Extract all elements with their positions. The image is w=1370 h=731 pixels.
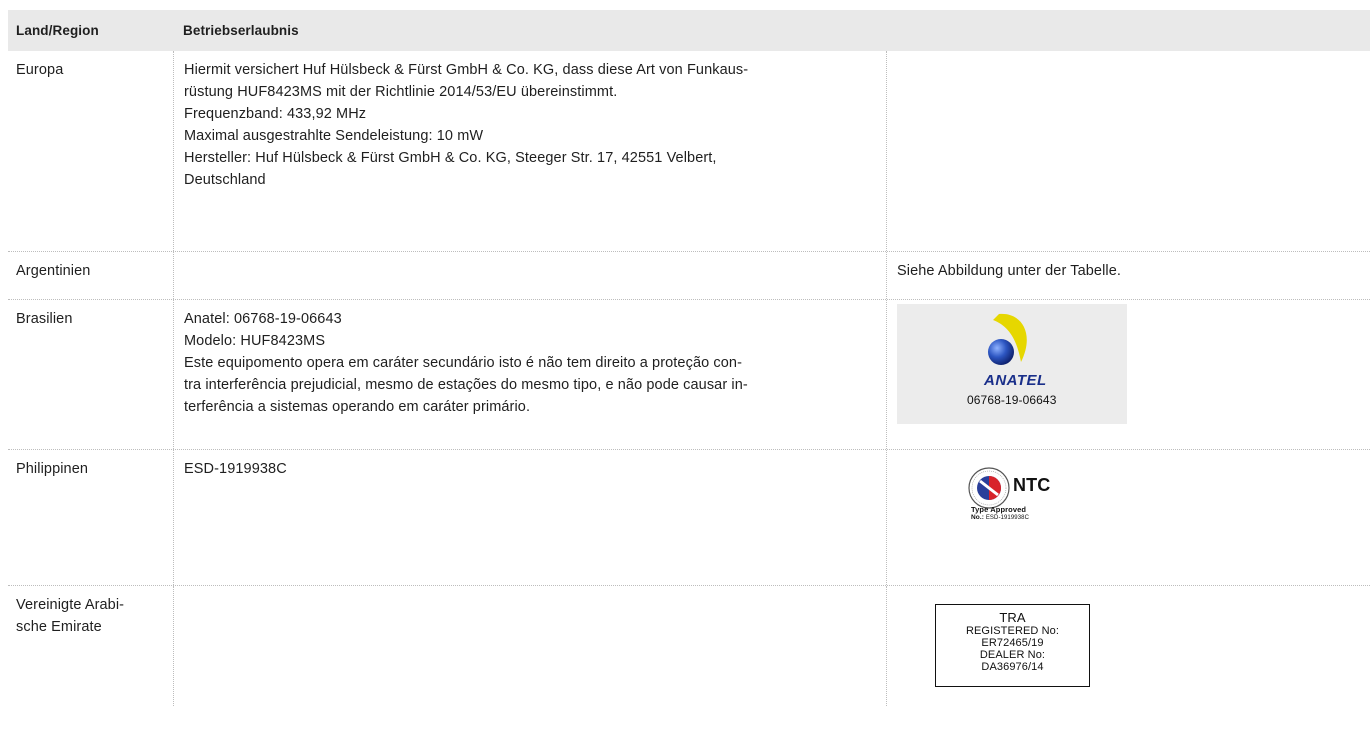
ntc-logo: NTC Type Approved No.: ESD-1919938C: [967, 462, 1370, 562]
tra-dealer-label: DEALER No:: [979, 649, 1046, 661]
approval-text-cell: Anatel: 06768-19-06643 Modelo: HUF8423MS…: [173, 300, 886, 449]
table-row-argentinien: Argentinien Siehe Abbildung unter der Ta…: [8, 252, 1370, 300]
header-betriebserlaubnis: Betriebserlaubnis: [183, 23, 299, 38]
header-blank: [886, 10, 1370, 51]
mark-cell: TRA REGISTERED No: ER72465/19 DEALER No:…: [886, 586, 1370, 706]
text-line: Anatel: 06768-19-06643: [184, 311, 342, 327]
country-cell: Europa: [16, 62, 64, 78]
ntc-number-label: No.:: [971, 514, 985, 521]
text-line: tra interferência prejudicial, mesmo de …: [184, 377, 748, 393]
table-header-row: Land/Region Betriebserlaubnis: [8, 10, 1370, 51]
text-line: Maximal ausgestrahlte Sendeleistung: 10 …: [184, 128, 484, 144]
text-line: Modelo: HUF8423MS: [184, 333, 326, 349]
approval-table: Land/Region Betriebserlaubnis Europa Hie…: [8, 10, 1370, 706]
country-cell: Argentinien: [16, 263, 91, 279]
mark-cell: [886, 51, 1370, 251]
text-line: Este equipomento opera em caráter secund…: [184, 355, 743, 371]
country-cell: Vereinigte Arabi- sche Emirate: [8, 586, 173, 706]
ntc-wordmark: NTC: [1013, 475, 1051, 495]
country-line: sche Emirate: [16, 619, 102, 635]
mark-cell: ANATEL 06768-19-06643: [886, 300, 1370, 449]
ntc-type-approved: Type Approved: [971, 505, 1027, 514]
approval-code: ESD-1919938C: [184, 461, 287, 477]
ntc-number-line: No.: ESD-1919938C: [971, 514, 1029, 522]
ntc-number-value: ESD-1919938C: [985, 515, 1030, 521]
tra-label: TRA REGISTERED No: ER72465/19 DEALER No:…: [935, 604, 1090, 687]
text-line: rüstung HUF8423MS mit der Richtlinie 201…: [184, 84, 618, 100]
table-row-philippinen: Philippinen ESD-1919938C NTC Type Approv…: [8, 450, 1370, 586]
text-line: Deutschland: [184, 172, 266, 188]
table-row-europa: Europa Hiermit versichert Huf Hülsbeck &…: [8, 51, 1370, 252]
table-row-brasilien: Brasilien Anatel: 06768-19-06643 Modelo:…: [8, 300, 1370, 450]
mark-cell: Siehe Abbildung unter der Tabelle.: [886, 252, 1370, 299]
table-row-vae: Vereinigte Arabi- sche Emirate TRA REGIS…: [8, 586, 1370, 706]
mark-cell: NTC Type Approved No.: ESD-1919938C: [886, 450, 1370, 585]
approval-text-cell: Hiermit versichert Huf Hülsbeck & Fürst …: [173, 51, 886, 251]
approval-text-cell: ESD-1919938C: [173, 450, 886, 585]
see-figure-note: Siehe Abbildung unter der Tabelle.: [897, 263, 1122, 279]
text-line: Hersteller: Huf Hülsbeck & Fürst GmbH & …: [184, 150, 717, 166]
text-line: Hiermit versichert Huf Hülsbeck & Fürst …: [184, 62, 749, 78]
tra-registered-value: ER72465/19: [981, 637, 1044, 649]
country-line: Vereinigte Arabi-: [16, 597, 125, 613]
approval-text-cell: [173, 586, 886, 706]
country-cell: Philippinen: [16, 461, 89, 477]
ntc-seal-icon: [968, 467, 1010, 509]
tra-registered-label: REGISTERED No:: [965, 625, 1060, 637]
country-cell: Brasilien: [16, 311, 73, 327]
approval-text-cell: [173, 252, 886, 299]
tra-title: TRA: [999, 610, 1026, 625]
tra-dealer-value: DA36976/14: [981, 661, 1044, 673]
text-line: terferência a sistemas operando em carát…: [184, 399, 531, 415]
anatel-logo: ANATEL 06768-19-06643: [897, 304, 1127, 424]
header-land-region: Land/Region: [16, 23, 99, 38]
anatel-number: 06768-19-06643: [967, 393, 1057, 407]
text-line: Frequenzband: 433,92 MHz: [184, 106, 367, 122]
